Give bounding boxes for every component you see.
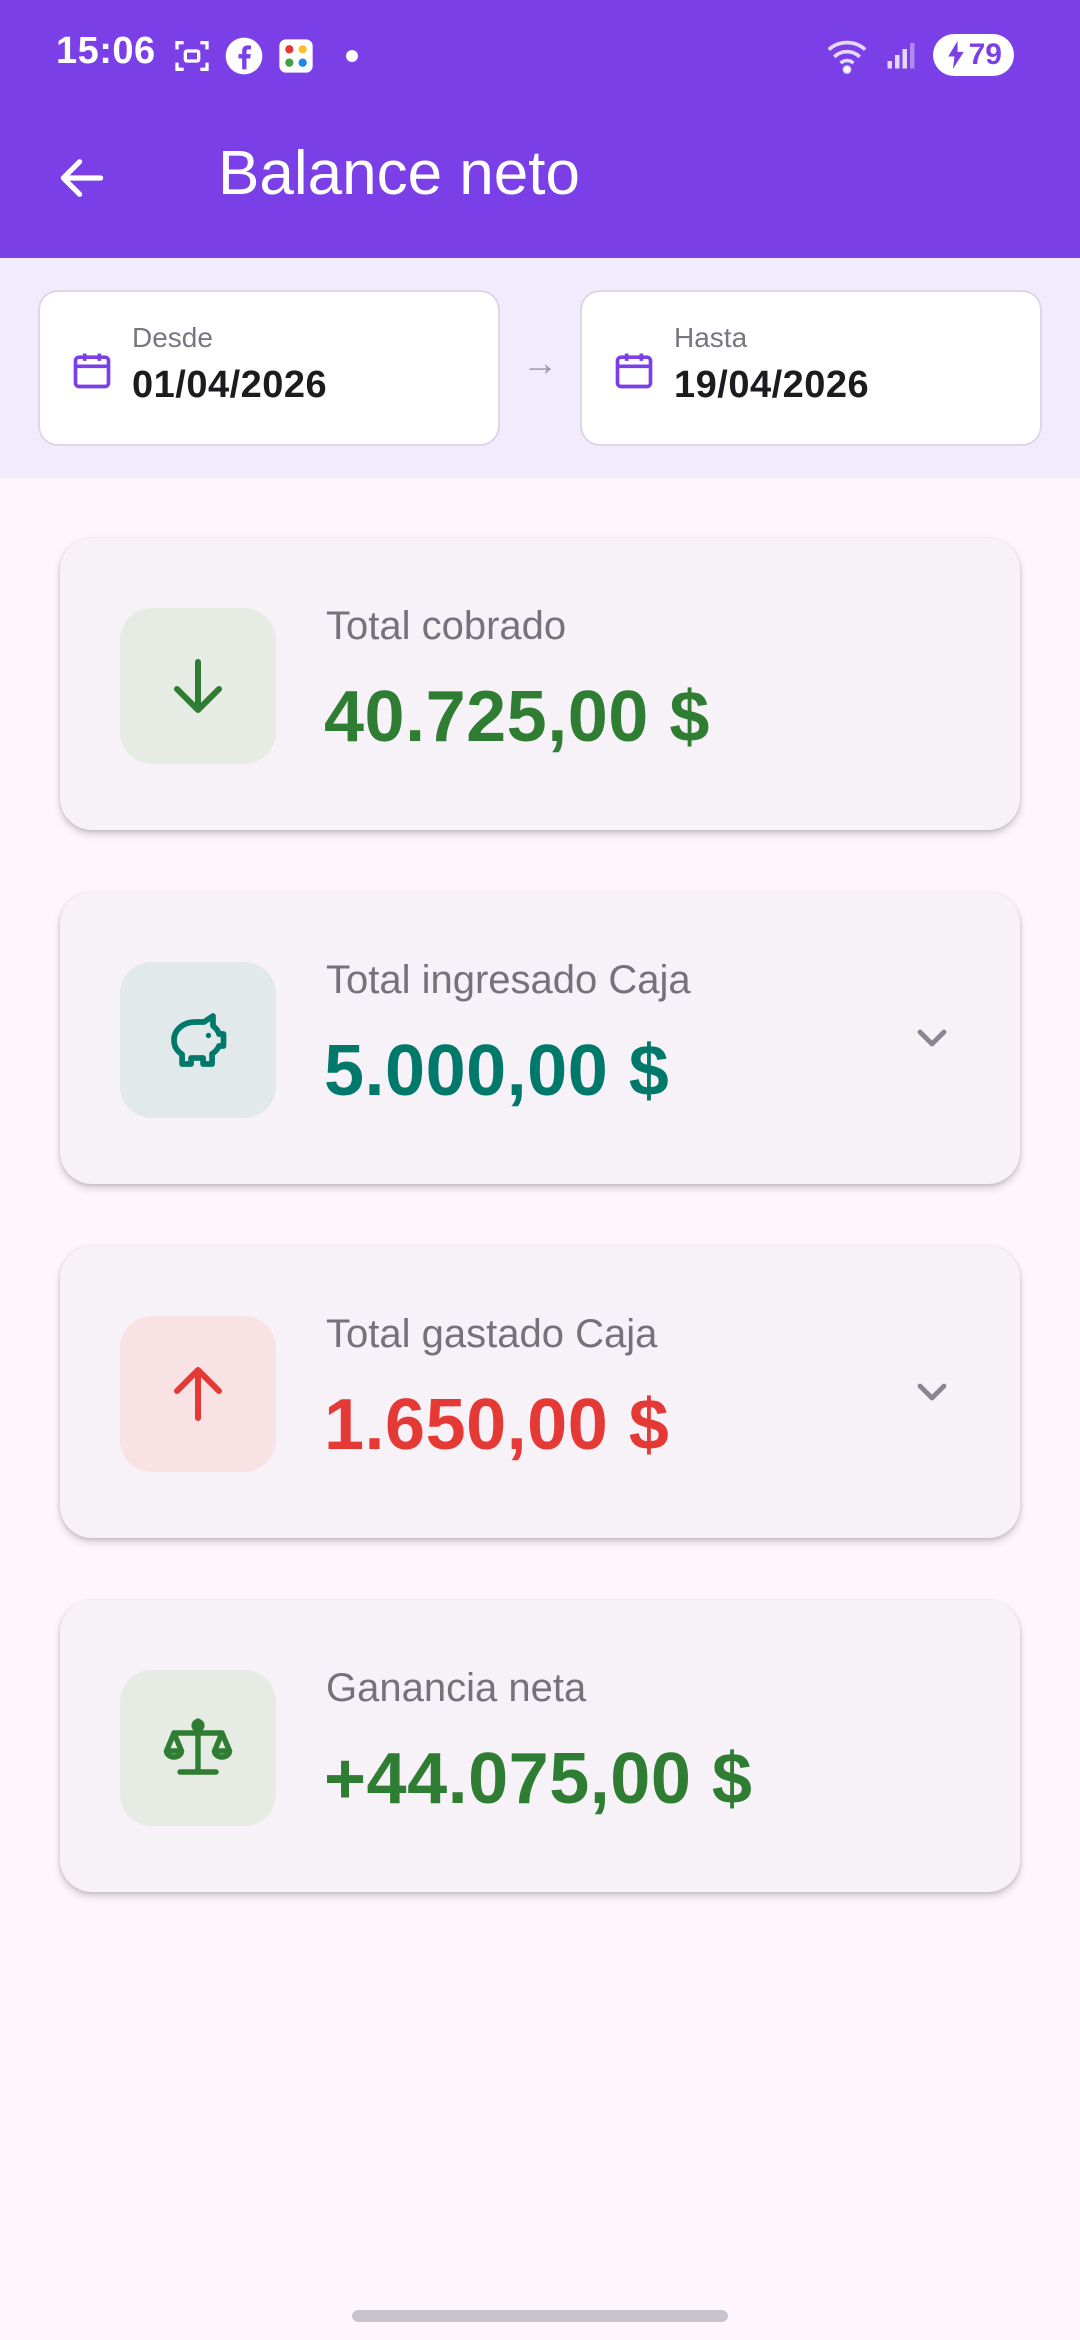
card-icon-box	[120, 1670, 276, 1826]
arrow-down-icon	[174, 659, 222, 713]
back-button[interactable]	[40, 136, 124, 220]
card-value: 5.000,00 $	[324, 1031, 670, 1111]
card-label: Total cobrado	[326, 604, 567, 648]
card-ganancia-neta: Ganancia neta +44.075,00 $	[60, 1600, 1020, 1892]
range-arrow-icon: →	[522, 342, 558, 383]
calendar-icon	[615, 353, 653, 389]
arrow-back-icon	[60, 159, 104, 197]
arrow-up-icon	[174, 1367, 222, 1421]
card-icon-box	[120, 962, 276, 1118]
home-indicator[interactable]	[352, 2310, 728, 2322]
card-value: 40.725,00 $	[324, 677, 710, 757]
status-right: 79	[825, 34, 1014, 76]
date-from-label: Desde	[132, 322, 213, 353]
battery-indicator: 79	[932, 34, 1014, 76]
date-to-label: Hasta	[674, 322, 748, 353]
card-value: +44.075,00 $	[324, 1739, 753, 1819]
page-title: Balance neto	[218, 139, 580, 208]
card-label: Total gastado Caja	[326, 1312, 658, 1356]
date-to-field[interactable]: Hasta 19/04/2026	[580, 290, 1042, 446]
chevron-down-icon[interactable]	[908, 1014, 956, 1062]
screenshot-icon	[175, 41, 209, 71]
card-icon-box	[120, 1316, 276, 1472]
card-value: 1.650,00 $	[324, 1385, 670, 1465]
piggy-bank-icon	[171, 1013, 227, 1067]
app-notification-icon	[279, 39, 313, 73]
calendar-icon	[73, 353, 111, 389]
more-notifications-dot	[346, 50, 358, 62]
chevron-down-icon[interactable]	[908, 1368, 956, 1416]
card-icon-box	[120, 608, 276, 764]
app-bar: Balance neto	[0, 120, 1080, 230]
card-total-gastado-caja[interactable]: Total gastado Caja 1.650,00 $	[60, 1246, 1020, 1538]
status-time: 15:06	[56, 30, 156, 72]
battery-level: 79	[968, 38, 1002, 71]
card-total-ingresado-caja[interactable]: Total ingresado Caja 5.000,00 $	[60, 892, 1020, 1184]
date-to-value: 19/04/2026	[674, 364, 870, 406]
date-from-field[interactable]: Desde 01/04/2026	[38, 290, 500, 446]
status-bar: 15:06 79	[0, 0, 1080, 110]
date-range-bar: Desde 01/04/2026 → Hasta 19/04/2026	[0, 258, 1080, 478]
charging-icon	[947, 41, 964, 69]
card-label: Total ingresado Caja	[326, 958, 691, 1002]
card-total-cobrado: Total cobrado 40.725,00 $	[60, 538, 1020, 830]
signal-icon	[887, 43, 915, 69]
card-label: Ganancia neta	[326, 1666, 587, 1710]
top-app-area: 15:06 79 Balance neto	[0, 0, 1080, 258]
scale-icon	[163, 1718, 233, 1775]
app-root: 15:06 79 Balance neto Desde 01/04/2026 →…	[0, 0, 1080, 2340]
notification-icons	[172, 36, 358, 76]
date-from-value: 01/04/2026	[132, 364, 328, 406]
facebook-icon	[225, 37, 263, 75]
wifi-icon	[827, 40, 867, 74]
